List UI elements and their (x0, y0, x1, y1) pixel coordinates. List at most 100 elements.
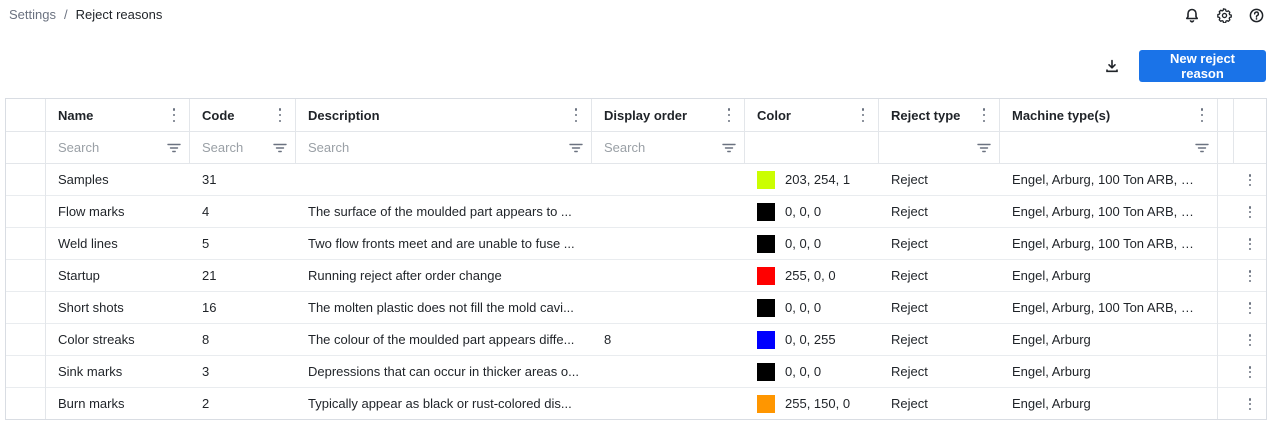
row-actions-icon[interactable] (1234, 324, 1266, 356)
column-menu-icon[interactable] (169, 108, 179, 122)
table-row[interactable]: Samples 31 203, 254, 1 Reject Engel, Arburg,… (6, 164, 1266, 196)
column-header-color[interactable]: Color (745, 99, 879, 131)
code-text: 3 (202, 364, 210, 379)
filter-icon[interactable] (722, 143, 736, 153)
machine-types-text: Engel, Arburg, 100 Ton ARB, 25... (1012, 204, 1194, 219)
machine-types-cell: Engel, Arburg, 100 Ton ARB, 25... (1000, 164, 1200, 195)
row-select-cell[interactable] (6, 164, 46, 195)
code-cell: 31 (190, 164, 296, 195)
code-cell: 3 (190, 356, 296, 387)
table-filter-row (6, 132, 1266, 164)
breadcrumb-settings-link[interactable]: Settings (9, 7, 56, 22)
filter-icon[interactable] (167, 143, 181, 153)
reject-type-cell: Reject (879, 324, 1000, 355)
description-text: Typically appear as black or rust-colore… (308, 396, 572, 411)
color-rgb-text: 0, 0, 0 (785, 204, 822, 219)
column-menu-icon[interactable] (979, 108, 989, 122)
row-select-cell[interactable] (6, 356, 46, 387)
row-actions-icon[interactable] (1234, 388, 1266, 419)
color-cell: 0, 0, 0 (745, 228, 879, 259)
filter-icon[interactable] (1195, 143, 1209, 153)
machine-types-text: Engel, Arburg (1012, 396, 1091, 411)
name-cell: Weld lines (46, 228, 190, 259)
column-header-code[interactable]: Code (190, 99, 296, 131)
column-header-reject-type[interactable]: Reject type (879, 99, 1000, 131)
row-actions-icon[interactable] (1234, 196, 1266, 228)
color-cell: 255, 0, 0 (745, 260, 879, 291)
reject-type-text: Reject (891, 268, 928, 283)
filter-icon[interactable] (569, 143, 583, 153)
row-select-cell[interactable] (6, 196, 46, 227)
column-header-machine-types[interactable]: Machine type(s) (1000, 99, 1218, 131)
table-row[interactable]: Burn marks 2 Typically appear as black or … (6, 388, 1266, 419)
help-icon[interactable] (1246, 5, 1266, 25)
name-search-input[interactable] (58, 140, 148, 155)
column-menu-icon[interactable] (858, 108, 868, 122)
machine-types-cell: Engel, Arburg (1000, 356, 1200, 387)
display-order-cell (592, 388, 745, 419)
name-cell: Startup (46, 260, 190, 291)
row-actions-icon[interactable] (1234, 228, 1266, 260)
column-header-name[interactable]: Name (46, 99, 190, 131)
reject-type-text: Reject (891, 172, 928, 187)
actions-column-header (1234, 99, 1266, 131)
row-actions-icon[interactable] (1234, 356, 1266, 388)
top-bar: Settings / Reject reasons (0, 0, 1272, 30)
column-divider (45, 164, 46, 419)
display-order-search-input[interactable] (604, 140, 694, 155)
name-text: Short shots (58, 300, 124, 315)
column-header-label: Name (58, 107, 94, 123)
color-rgb-text: 255, 150, 0 (785, 396, 851, 411)
name-text: Weld lines (58, 236, 118, 251)
name-text: Sink marks (58, 364, 123, 379)
code-text: 2 (202, 396, 210, 411)
code-text: 4 (202, 204, 210, 219)
column-menu-icon[interactable] (1197, 108, 1207, 122)
gear-icon[interactable] (1214, 5, 1234, 25)
table-row[interactable]: Short shots 16 The molten plastic does not… (6, 292, 1266, 324)
code-cell: 4 (190, 196, 296, 227)
reject-type-cell: Reject (879, 196, 1000, 227)
color-cell: 0, 0, 0 (745, 196, 879, 227)
table-row[interactable]: Flow marks 4 The surface of the moulded pa… (6, 196, 1266, 228)
column-header-description[interactable]: Description (296, 99, 592, 131)
code-text: 8 (202, 332, 210, 347)
filter-spacer (6, 132, 46, 163)
reject-type-cell: Reject (879, 260, 1000, 291)
row-select-cell[interactable] (6, 388, 46, 419)
color-rgb-text: 0, 0, 0 (785, 236, 822, 251)
column-menu-icon[interactable] (724, 108, 734, 122)
machine-types-text: Engel, Arburg (1012, 332, 1091, 347)
filter-icon[interactable] (977, 143, 991, 153)
color-cell: 255, 150, 0 (745, 388, 879, 419)
column-menu-icon[interactable] (275, 108, 285, 122)
row-actions-icon[interactable] (1234, 164, 1266, 196)
filter-icon[interactable] (273, 143, 287, 153)
reject-type-cell: Reject (879, 388, 1000, 419)
row-select-cell[interactable] (6, 260, 46, 291)
row-actions-icon[interactable] (1234, 292, 1266, 324)
table-row[interactable]: Weld lines 5 Two flow fronts meet and are … (6, 228, 1266, 260)
filter-code (190, 132, 296, 163)
code-cell: 5 (190, 228, 296, 259)
table-row[interactable]: Sink marks 3 Depressions that can occur in… (6, 356, 1266, 388)
column-header-display-order[interactable]: Display order (592, 99, 745, 131)
row-select-cell[interactable] (6, 228, 46, 259)
table-row[interactable]: Startup 21 Running reject after order chan… (6, 260, 1266, 292)
row-select-cell[interactable] (6, 324, 46, 355)
bell-icon[interactable] (1182, 5, 1202, 25)
row-select-cell[interactable] (6, 292, 46, 323)
new-reject-reason-button[interactable]: New reject reason (1139, 50, 1266, 82)
filter-name (46, 132, 190, 163)
filter-description (296, 132, 592, 163)
machine-types-text: Engel, Arburg, 100 Ton ARB, 25... (1012, 236, 1194, 251)
reject-type-text: Reject (891, 396, 928, 411)
color-rgb-text: 0, 0, 255 (785, 332, 836, 347)
table-row[interactable]: Color streaks 8 The colour of the moulded … (6, 324, 1266, 356)
download-icon[interactable] (1099, 53, 1125, 79)
row-actions-icon[interactable] (1234, 260, 1266, 292)
description-search-input[interactable] (308, 140, 398, 155)
display-order-text: 8 (604, 332, 612, 347)
column-menu-icon[interactable] (571, 108, 581, 122)
name-cell: Flow marks (46, 196, 190, 227)
